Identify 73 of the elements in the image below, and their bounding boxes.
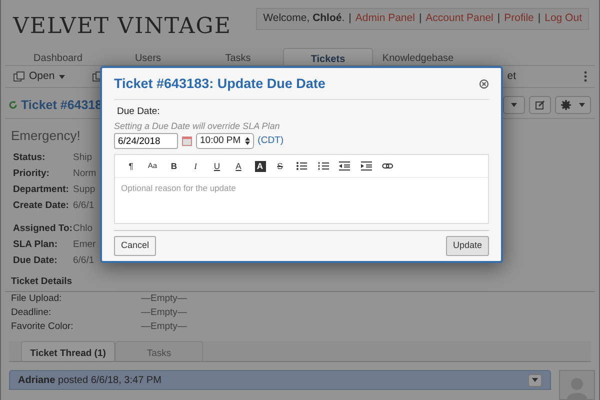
separator-text: | [348, 11, 352, 26]
field-label: Deadline: [11, 306, 52, 320]
bullet-list-icon[interactable] [296, 161, 307, 171]
italic-button[interactable]: I [186, 158, 206, 174]
section-title: Ticket Details [5, 274, 595, 292]
caret-icon [579, 103, 585, 108]
field-value: Norm [73, 166, 96, 181]
field-value: 6/6/1 [73, 254, 94, 268]
field-value: Supp [73, 182, 96, 197]
highlight-button[interactable]: A [254, 160, 266, 172]
edit-icon [535, 100, 545, 110]
text-color-button[interactable]: A [228, 158, 248, 174]
nav-tab[interactable]: Dashboard [13, 48, 103, 66]
toolbar-button-text[interactable]: et [507, 68, 516, 84]
refresh-icon [9, 101, 17, 110]
updown-icon [244, 137, 250, 145]
field-label: SLA Plan: [12, 238, 59, 252]
cancel-button[interactable]: Cancel [114, 236, 156, 256]
hint-text: Setting a Due Date will override SLA Plan [114, 120, 281, 133]
nav-tab[interactable]: Tasks [193, 48, 283, 66]
paragraph-button[interactable]: ¶ [121, 158, 141, 174]
nav-tab[interactable]: Tickets [283, 48, 373, 66]
copy-icon [13, 71, 25, 82]
date-field[interactable]: 6/24/2018 [114, 133, 178, 149]
welcome-text: Welcome, Chloé. [263, 11, 345, 26]
field-label: Favorite Color: [11, 320, 74, 334]
more-icon [584, 71, 587, 82]
field-label: Due Date: [12, 254, 58, 268]
field-value: Ship [73, 151, 92, 166]
calendar-icon [182, 136, 192, 146]
close-icon [479, 79, 489, 90]
underline-button[interactable]: U [207, 158, 227, 174]
field-value: —Empty— [141, 292, 187, 306]
field-value: Emer [73, 238, 96, 252]
link-icon[interactable] [382, 161, 393, 171]
time-select[interactable]: 10:00 PM [196, 133, 254, 149]
post-menu-button[interactable] [528, 374, 542, 386]
post-text: Adriane posted 6/6/18, 3:47 PM [18, 374, 162, 388]
caret-icon [511, 103, 517, 108]
bold-button[interactable]: B [164, 158, 184, 174]
dropdown-button[interactable] [503, 96, 525, 114]
timezone-text: (CDT) [258, 134, 284, 148]
caret-icon [532, 378, 538, 382]
field-label: Create Date: [12, 198, 70, 213]
field-value: —Empty— [141, 306, 187, 320]
nav-tab[interactable]: Knowledgebase [373, 48, 463, 66]
separator-text: | [497, 11, 500, 26]
field-value: Chlo [73, 222, 93, 236]
logo: VELVET VINTAGE [13, 14, 232, 40]
strikethrough-button[interactable]: S [270, 158, 290, 174]
separator-text: | [418, 11, 422, 26]
field-value: 6/6/1 [73, 198, 94, 213]
field-label: Due Date: [116, 105, 161, 120]
settings-icon [561, 100, 571, 110]
field-label: Status: [12, 151, 46, 166]
edit-button[interactable] [529, 96, 551, 114]
open-dropdown[interactable]: Open [13, 68, 65, 84]
modal-title: Ticket #643183: Update Due Date [114, 75, 326, 93]
thread-tab[interactable]: Ticket Thread (1) [21, 340, 115, 361]
nav-tab[interactable]: Users [103, 48, 193, 66]
field-label: Priority: [12, 166, 50, 181]
field-label: Assigned To: [12, 222, 73, 236]
update-button[interactable]: Update [446, 236, 489, 256]
settings-dropdown[interactable] [555, 96, 591, 114]
numbered-list-icon[interactable] [318, 161, 328, 171]
caret-icon [58, 74, 65, 79]
field-value: —Empty— [141, 320, 187, 334]
field-label: File Upload: [11, 292, 63, 306]
separator-text: | [538, 11, 541, 26]
outdent-icon[interactable] [339, 161, 350, 171]
ticket-subject: Emergency! [11, 126, 80, 145]
field-label: Department: [12, 182, 70, 197]
indent-icon[interactable] [360, 161, 372, 171]
